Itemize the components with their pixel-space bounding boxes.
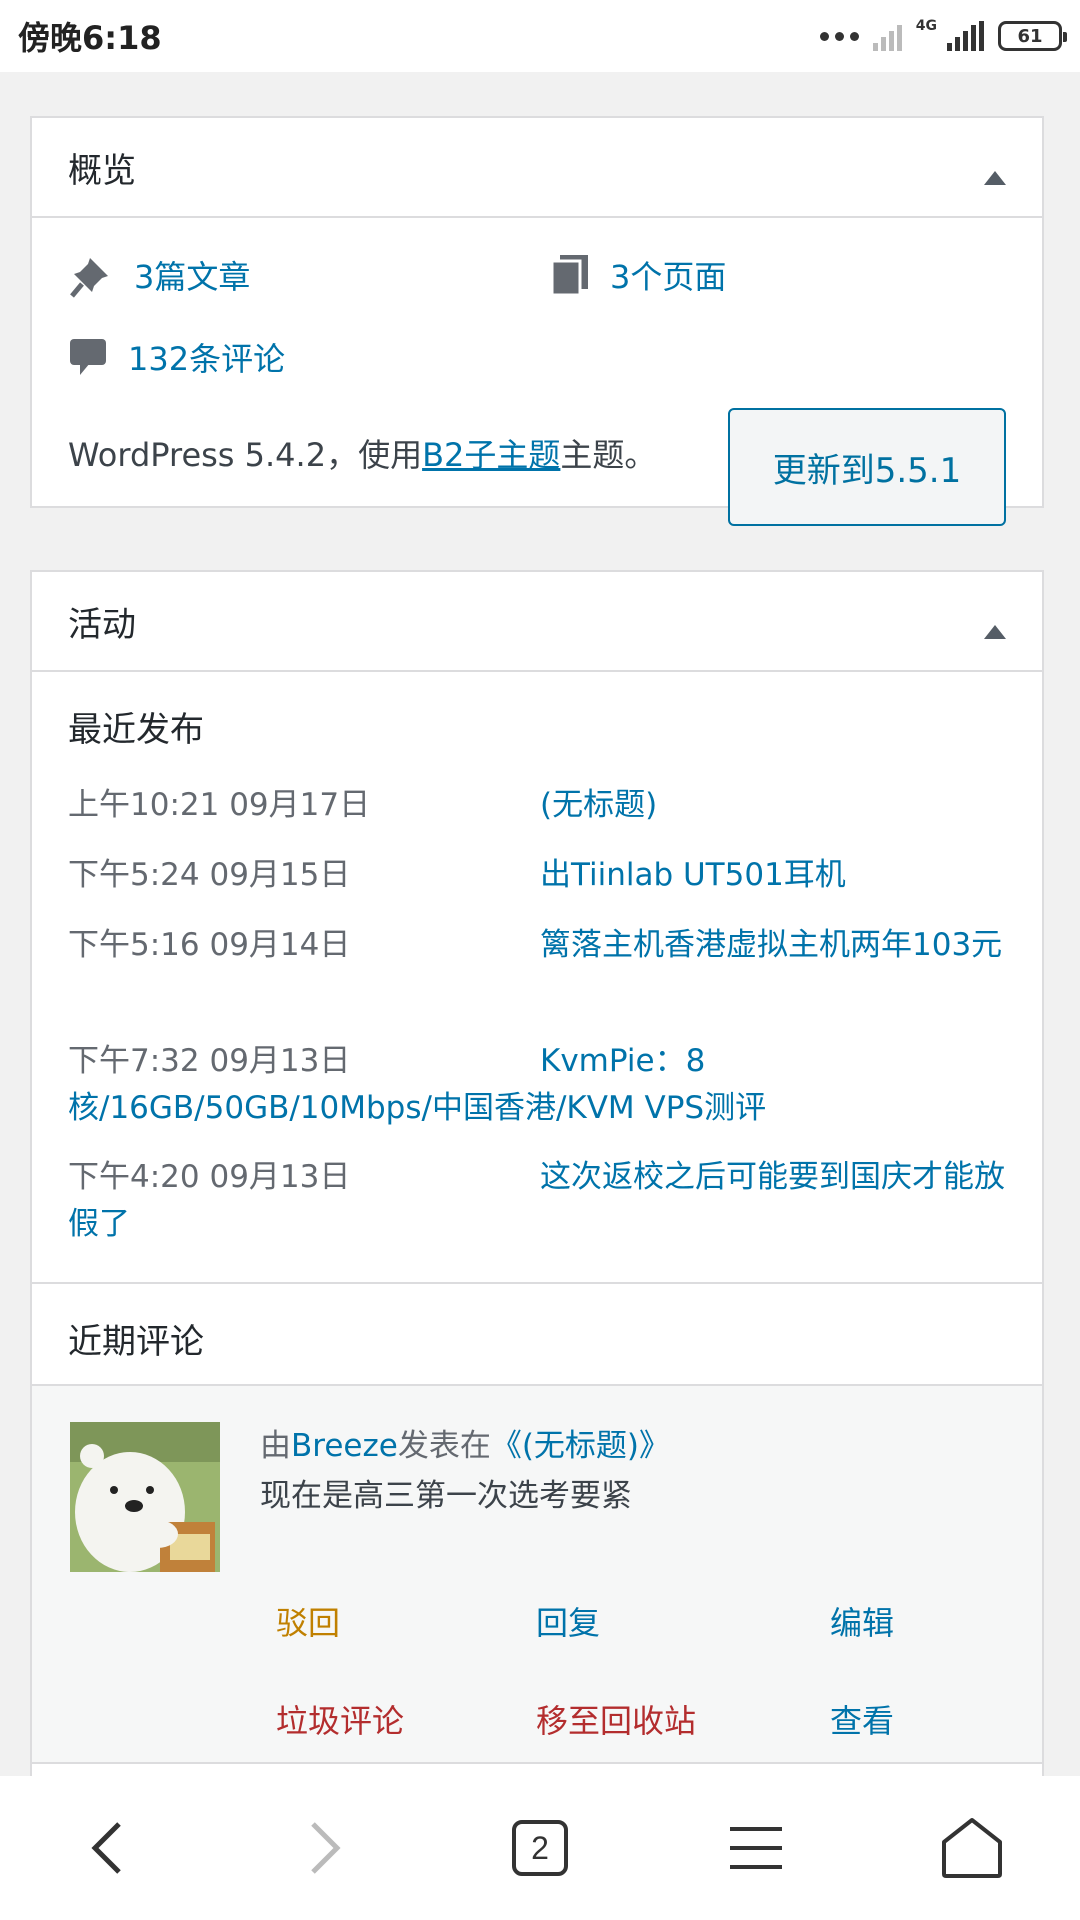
trash-link[interactable]: 移至回收站 <box>536 1696 696 1742</box>
overview-header[interactable]: 概览 <box>32 118 1042 218</box>
home-icon <box>942 1818 1002 1878</box>
activity-widget: 活动 最近发布 上午10:21 09月17日 (无标题) 下午5:24 09月15… <box>30 570 1044 1900</box>
comment-text: 现在是高三第一次选考要紧 <box>260 1478 632 1514</box>
bear-avatar-icon <box>70 1422 220 1572</box>
wordpress-version-line: WordPress 5.4.2，使用B2子主题主题。 <box>68 430 656 476</box>
post-row: 下午4:20 09月13日 这次返校之后可能要到国庆才能放假了 <box>68 1154 1008 1248</box>
signal-sim1-icon <box>872 21 902 51</box>
chevron-right-icon <box>311 1822 341 1874</box>
post-date: 下午7:32 09月13日 <box>68 1043 351 1079</box>
signal-sim2-icon <box>947 21 984 51</box>
home-button[interactable] <box>912 1788 1032 1908</box>
menu-icon <box>730 1827 782 1869</box>
recent-published-title: 最近发布 <box>68 710 204 750</box>
spam-link[interactable]: 垃圾评论 <box>276 1696 404 1742</box>
unapprove-link[interactable]: 驳回 <box>276 1598 340 1644</box>
battery-icon: 61 <box>998 21 1067 51</box>
wp-version-text: WordPress 5.4.2，使用 <box>68 436 423 474</box>
status-time: 傍晚6:18 <box>18 19 162 57</box>
divider <box>32 1762 1042 1764</box>
collapse-toggle-icon[interactable] <box>984 625 1006 639</box>
post-date: 下午5:24 09月15日 <box>68 857 351 893</box>
post-date: 下午5:16 09月14日 <box>68 927 351 963</box>
pages-count: 3个页面 <box>610 258 727 296</box>
menu-button[interactable] <box>696 1788 816 1908</box>
reply-link[interactable]: 回复 <box>536 1598 600 1644</box>
theme-link[interactable]: B2子主题 <box>422 436 560 474</box>
post-row: 下午7:32 09月13日 KvmPie：8核/16GB/50GB/10Mbps/… <box>68 1038 1008 1132</box>
comment-on: 发表在 <box>397 1428 491 1464</box>
browser-bottom-nav: 2 <box>0 1776 1080 1920</box>
pin-icon <box>70 258 108 298</box>
post-title-link[interactable]: (无标题) <box>540 787 657 823</box>
update-wordpress-button[interactable]: 更新到5.5.1 <box>728 408 1006 526</box>
pages-icon <box>550 255 588 297</box>
status-bar: 傍晚6:18 4G 61 <box>0 0 1080 72</box>
more-dots-icon <box>819 31 859 41</box>
battery-level: 61 <box>1017 25 1043 47</box>
activity-title: 活动 <box>68 604 136 645</box>
tabs-button[interactable]: 2 <box>480 1788 600 1908</box>
posts-count-link[interactable]: 3篇文章 <box>68 252 250 298</box>
chevron-left-icon <box>91 1822 121 1874</box>
view-link[interactable]: 查看 <box>830 1696 894 1742</box>
post-row: 下午5:16 09月14日 篱落主机香港虚拟主机两年103元 <box>68 922 1008 969</box>
avatar <box>70 1422 220 1572</box>
collapse-toggle-icon[interactable] <box>984 171 1006 185</box>
overview-title: 概览 <box>68 150 136 191</box>
edit-link[interactable]: 编辑 <box>830 1598 894 1644</box>
comment-meta: 由Breeze发表在《(无标题)》 <box>260 1422 670 1470</box>
status-icons: 4G 61 <box>819 18 1067 51</box>
comments-count: 132条评论 <box>128 340 286 378</box>
post-date: 上午10:21 09月17日 <box>68 787 371 823</box>
posts-count: 3篇文章 <box>134 258 251 296</box>
network-type: 4G <box>915 18 937 34</box>
comments-count-link[interactable]: 132条评论 <box>68 334 285 380</box>
overview-widget: 概览 3篇文章 3个页面 132条评论 WordPress 5.4.2，使用B2… <box>30 116 1044 526</box>
post-title-link[interactable]: 出Tiinlab UT501耳机 <box>540 857 846 893</box>
pages-count-link[interactable]: 3个页面 <box>550 252 726 298</box>
forward-button[interactable] <box>264 1788 384 1908</box>
divider <box>32 1282 1042 1284</box>
recent-comments-title: 近期评论 <box>68 1322 204 1362</box>
comment-by: 由 <box>260 1428 291 1464</box>
post-title-link[interactable]: 篱落主机香港虚拟主机两年103元 <box>540 927 1002 963</box>
post-row: 下午5:24 09月15日 出Tiinlab UT501耳机 <box>68 852 1008 899</box>
comment-author-link[interactable]: Breeze <box>291 1428 398 1464</box>
comment-post-link[interactable]: 《(无标题)》 <box>491 1428 670 1464</box>
activity-header[interactable]: 活动 <box>32 572 1042 672</box>
post-date: 下午4:20 09月13日 <box>68 1159 351 1195</box>
wp-suffix-text: 主题。 <box>560 436 657 474</box>
tabs-count: 2 <box>512 1820 568 1876</box>
comment-bubble-icon <box>70 339 106 375</box>
post-row: 上午10:21 09月17日 (无标题) <box>68 782 1008 829</box>
back-button[interactable] <box>48 1788 168 1908</box>
